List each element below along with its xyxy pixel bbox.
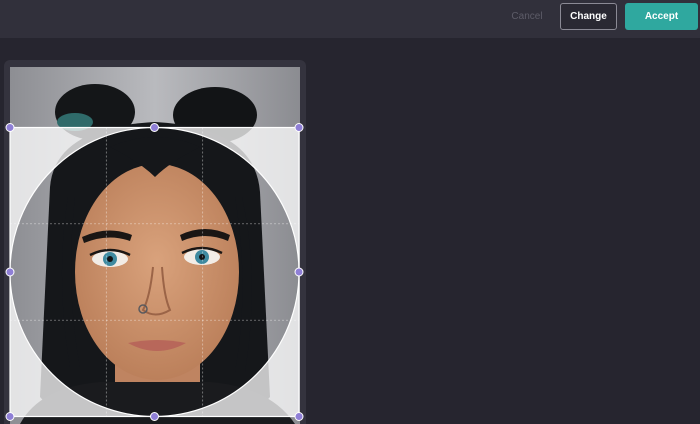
crop-handle-top-left[interactable] <box>5 123 15 132</box>
accept-button[interactable]: Accept <box>625 3 698 30</box>
portrait-photo <box>10 67 300 424</box>
crop-handle-top-middle[interactable] <box>150 123 159 132</box>
change-button[interactable]: Change <box>560 3 617 30</box>
crop-handle-middle-left[interactable] <box>5 267 15 277</box>
crop-handle-middle-right[interactable] <box>294 267 304 277</box>
crop-handle-bottom-middle[interactable] <box>150 412 159 421</box>
crop-handle-bottom-left[interactable] <box>5 412 15 421</box>
crop-handle-top-right[interactable] <box>294 123 304 132</box>
toolbar: Cancel Change Accept <box>0 0 700 38</box>
cancel-button[interactable]: Cancel <box>503 3 551 30</box>
crop-handle-bottom-right[interactable] <box>294 412 304 421</box>
